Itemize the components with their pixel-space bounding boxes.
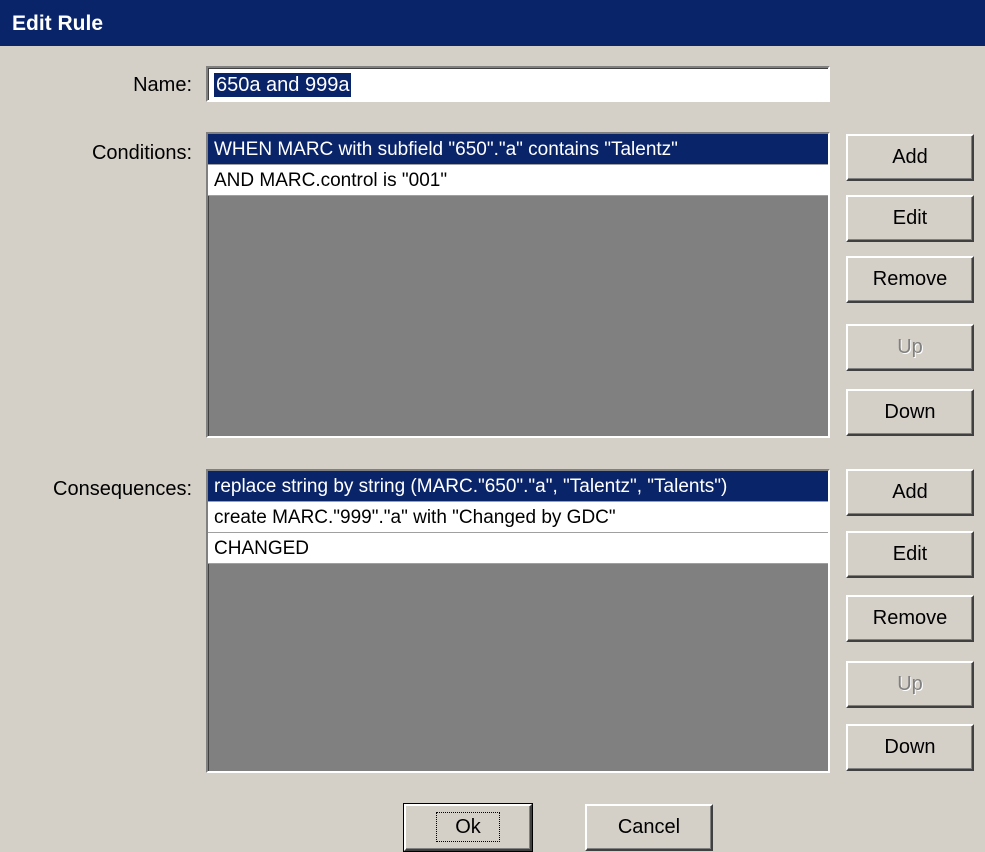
conditions-edit-label: Edit (892, 207, 928, 229)
conditions-list[interactable]: WHEN MARC with subfield "650"."a" contai… (206, 132, 830, 438)
consequences-up-button[interactable]: Up (846, 661, 974, 708)
consequences-label: Consequences: (20, 478, 192, 501)
cancel-label: Cancel (617, 816, 681, 838)
name-label: Name: (60, 74, 192, 97)
consequences-list-item[interactable]: create MARC."999"."a" with "Changed by G… (208, 502, 828, 533)
conditions-label-text: Conditions: (91, 142, 192, 164)
consequences-list-item[interactable]: replace string by string (MARC."650"."a"… (208, 471, 828, 502)
conditions-up-label: Up (897, 336, 923, 358)
conditions-list-item[interactable]: WHEN MARC with subfield "650"."a" contai… (208, 134, 828, 165)
conditions-item-text: AND MARC.control is "001" (214, 170, 448, 191)
conditions-remove-button[interactable]: Remove (846, 256, 974, 303)
consequences-remove-label: Remove (872, 607, 948, 629)
name-label-text: Name: (133, 74, 192, 96)
dialog-title: Edit Rule (12, 12, 104, 35)
consequences-add-label: Add (892, 481, 928, 503)
conditions-down-button[interactable]: Down (846, 389, 974, 436)
consequences-item-text: replace string by string (MARC."650"."a"… (214, 476, 728, 497)
consequences-edit-button[interactable]: Edit (846, 531, 974, 578)
conditions-down-label: Down (884, 401, 936, 423)
consequences-remove-button[interactable]: Remove (846, 595, 974, 642)
consequences-down-label: Down (884, 736, 936, 758)
name-input-value: 650a and 999a (214, 73, 352, 97)
conditions-item-text: WHEN MARC with subfield "650"."a" contai… (214, 139, 678, 160)
conditions-add-label: Add (892, 146, 928, 168)
conditions-list-item[interactable]: AND MARC.control is "001" (208, 165, 828, 196)
dialog-title-bar: Edit Rule (0, 0, 985, 46)
consequences-down-button[interactable]: Down (846, 724, 974, 771)
conditions-remove-label: Remove (872, 268, 948, 290)
name-input[interactable]: 650a and 999a (206, 66, 830, 102)
consequences-edit-label: Edit (892, 543, 928, 565)
consequences-up-label: Up (897, 673, 923, 695)
conditions-add-button[interactable]: Add (846, 134, 974, 181)
consequences-item-text: create MARC."999"."a" with "Changed by G… (214, 507, 616, 528)
consequences-list-item[interactable]: CHANGED (208, 533, 828, 564)
consequences-label-text: Consequences: (53, 478, 192, 500)
consequences-add-button[interactable]: Add (846, 469, 974, 516)
consequences-item-text: CHANGED (214, 538, 310, 559)
ok-button[interactable]: Ok (403, 803, 533, 852)
ok-focus-rect: Ok (436, 812, 500, 842)
conditions-edit-button[interactable]: Edit (846, 195, 974, 242)
consequences-list[interactable]: replace string by string (MARC."650"."a"… (206, 469, 830, 773)
conditions-up-button[interactable]: Up (846, 324, 974, 371)
ok-label: Ok (455, 816, 481, 838)
cancel-button[interactable]: Cancel (585, 804, 713, 851)
conditions-label: Conditions: (30, 142, 192, 165)
